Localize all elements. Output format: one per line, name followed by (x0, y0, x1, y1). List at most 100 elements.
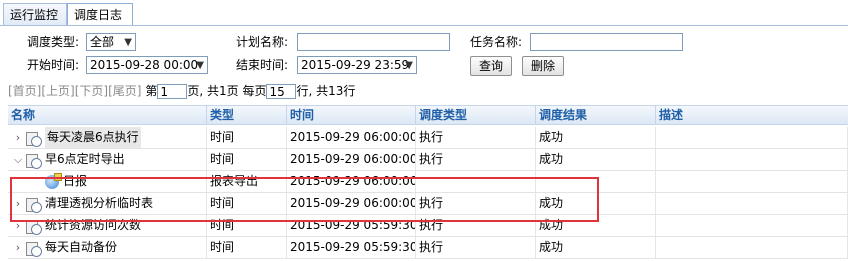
cell-sched-type: 执行 (416, 149, 536, 170)
column-header-description[interactable]: 描述 (656, 106, 848, 125)
per-page-input[interactable]: 15 (266, 84, 297, 99)
page-prefix: 第 (145, 84, 158, 98)
cell-time: 2015-09-29 05:59:30 (287, 237, 416, 258)
plan-name-input[interactable] (297, 33, 450, 51)
cell-sched-type (416, 171, 536, 192)
cell-desc (656, 171, 848, 192)
start-time-label: 开始时间: (27, 58, 80, 72)
total-pages: 共1页 (207, 84, 239, 98)
page-number-input[interactable]: 1 (157, 84, 188, 99)
cell-result: 成功 (536, 237, 656, 258)
chevron-right-icon[interactable]: › (11, 237, 25, 258)
cell-name: › 每天凌晨6点执行 (8, 127, 207, 148)
cell-desc (656, 215, 848, 236)
task-name-label: 任务名称: (470, 35, 523, 49)
scheduled-task-icon (25, 153, 42, 169)
plan-name-label: 计划名称: (236, 35, 289, 49)
page-suffix: 页, (187, 84, 204, 98)
cell-name: › 统计资源访问次数 (8, 215, 207, 236)
cell-desc (656, 149, 848, 170)
row-name-label: 日报 (63, 174, 88, 188)
cell-result: 成功 (536, 127, 656, 148)
cell-sched-type: 执行 (416, 237, 536, 258)
cell-type: 时间 (207, 193, 287, 214)
end-time-label: 结束时间: (236, 58, 289, 72)
column-header-name[interactable]: 名称 (8, 106, 207, 125)
cell-name: › 清理透视分析临时表 (8, 193, 207, 214)
cell-time: 2015-09-29 06:00:00 (287, 171, 416, 192)
cell-time: 2015-09-29 05:59:30 (287, 215, 416, 236)
cell-sched-type: 执行 (416, 215, 536, 236)
tab-bar: 运行监控 调度日志 (0, 0, 848, 26)
scheduled-task-icon (25, 219, 42, 235)
chevron-down-icon: ▼ (124, 37, 132, 48)
row-name-label: 清理透视分析临时表 (45, 196, 154, 210)
column-header-type[interactable]: 类型 (207, 106, 287, 125)
scheduled-task-icon (25, 241, 42, 257)
cell-name: 日报 (8, 171, 207, 192)
schedule-type-select[interactable]: 全部 ▼ (86, 33, 136, 51)
column-header-result[interactable]: 调度结果 (536, 106, 656, 125)
cell-desc (656, 127, 848, 148)
table-row[interactable]: › 清理透视分析临时表 时间 2015-09-29 06:00:00 执行 成功 (8, 193, 848, 215)
cell-type: 报表导出 (207, 171, 287, 192)
per-page-suffix: 行, (296, 84, 313, 98)
row-name-label: 每天凌晨6点执行 (45, 127, 141, 148)
tab-schedule-log[interactable]: 调度日志 (67, 3, 133, 26)
table-row[interactable]: › 每天自动备份 时间 2015-09-29 05:59:30 执行 成功 (8, 237, 848, 259)
task-name-input[interactable] (530, 33, 683, 51)
cell-time: 2015-09-29 06:00:00 (287, 127, 416, 148)
cell-result: 成功 (536, 215, 656, 236)
total-rows: 共13行 (316, 84, 356, 98)
cell-result: 成功 (536, 149, 656, 170)
cell-result: 成功 (536, 193, 656, 214)
tab-run-monitor[interactable]: 运行监控 (3, 3, 67, 25)
scheduled-task-icon (25, 131, 42, 147)
cell-name: ⌵ 早6点定时导出 (8, 149, 207, 170)
cell-type: 时间 (207, 237, 287, 258)
cell-time: 2015-09-29 06:00:00 (287, 149, 416, 170)
prev-page-link[interactable]: [上页] (41, 84, 74, 98)
cell-desc (656, 237, 848, 258)
chevron-down-icon: ▼ (405, 60, 413, 71)
schedule-log-panel: 调度类型: 全部 ▼ 计划名称: 任务名称: 开始时间: 2015-09-28 … (0, 26, 848, 261)
table-row-child[interactable]: 日报 报表导出 2015-09-29 06:00:00 (8, 171, 848, 193)
delete-button[interactable]: 删除 (522, 56, 564, 76)
row-name-label: 每天自动备份 (45, 240, 118, 254)
row-name-label: 早6点定时导出 (45, 152, 125, 166)
schedule-type-value: 全部 (90, 35, 115, 49)
grid-header: 名称 类型 时间 调度类型 调度结果 描述 (8, 105, 848, 125)
chevron-down-icon[interactable]: ⌵ (11, 149, 25, 170)
cell-type: 时间 (207, 127, 287, 148)
next-page-link[interactable]: [下页] (75, 84, 108, 98)
cell-result (536, 171, 656, 192)
start-time-select[interactable]: 2015-09-28 00:00 ▼ (86, 56, 208, 74)
cell-sched-type: 执行 (416, 193, 536, 214)
cell-type: 时间 (207, 149, 287, 170)
cell-sched-type: 执行 (416, 127, 536, 148)
table-row[interactable]: › 每天凌晨6点执行 时间 2015-09-29 06:00:00 执行 成功 (8, 127, 848, 149)
per-page-prefix: 每页 (242, 84, 267, 98)
cell-time: 2015-09-29 06:00:00 (287, 193, 416, 214)
chevron-right-icon[interactable]: › (11, 215, 25, 236)
end-time-select[interactable]: 2015-09-29 23:59 ▼ (297, 56, 417, 74)
column-header-time[interactable]: 时间 (287, 106, 416, 125)
table-row[interactable]: ⌵ 早6点定时导出 时间 2015-09-29 06:00:00 执行 成功 (8, 149, 848, 171)
scheduled-task-icon (25, 197, 42, 213)
start-time-value: 2015-09-28 00:00 (90, 58, 199, 72)
chevron-down-icon: ▼ (196, 60, 204, 71)
first-page-link[interactable]: [首页] (8, 84, 41, 98)
query-button[interactable]: 查询 (470, 56, 512, 76)
end-time-value: 2015-09-29 23:59 (301, 58, 410, 72)
pager: [首页][上页][下页][尾页] 第 1 页, 共1页 每页 15 行, 共13行 (8, 82, 355, 100)
table-row[interactable]: › 统计资源访问次数 时间 2015-09-29 05:59:30 执行 成功 (8, 215, 848, 237)
report-log-icon (45, 172, 62, 189)
cell-type: 时间 (207, 215, 287, 236)
cell-name: › 每天自动备份 (8, 237, 207, 258)
column-header-schedule-type[interactable]: 调度类型 (416, 106, 536, 125)
chevron-right-icon[interactable]: › (11, 127, 25, 148)
cell-desc (656, 193, 848, 214)
schedule-type-label: 调度类型: (27, 35, 80, 49)
chevron-right-icon[interactable]: › (11, 193, 25, 214)
last-page-link[interactable]: [尾页] (108, 84, 141, 98)
